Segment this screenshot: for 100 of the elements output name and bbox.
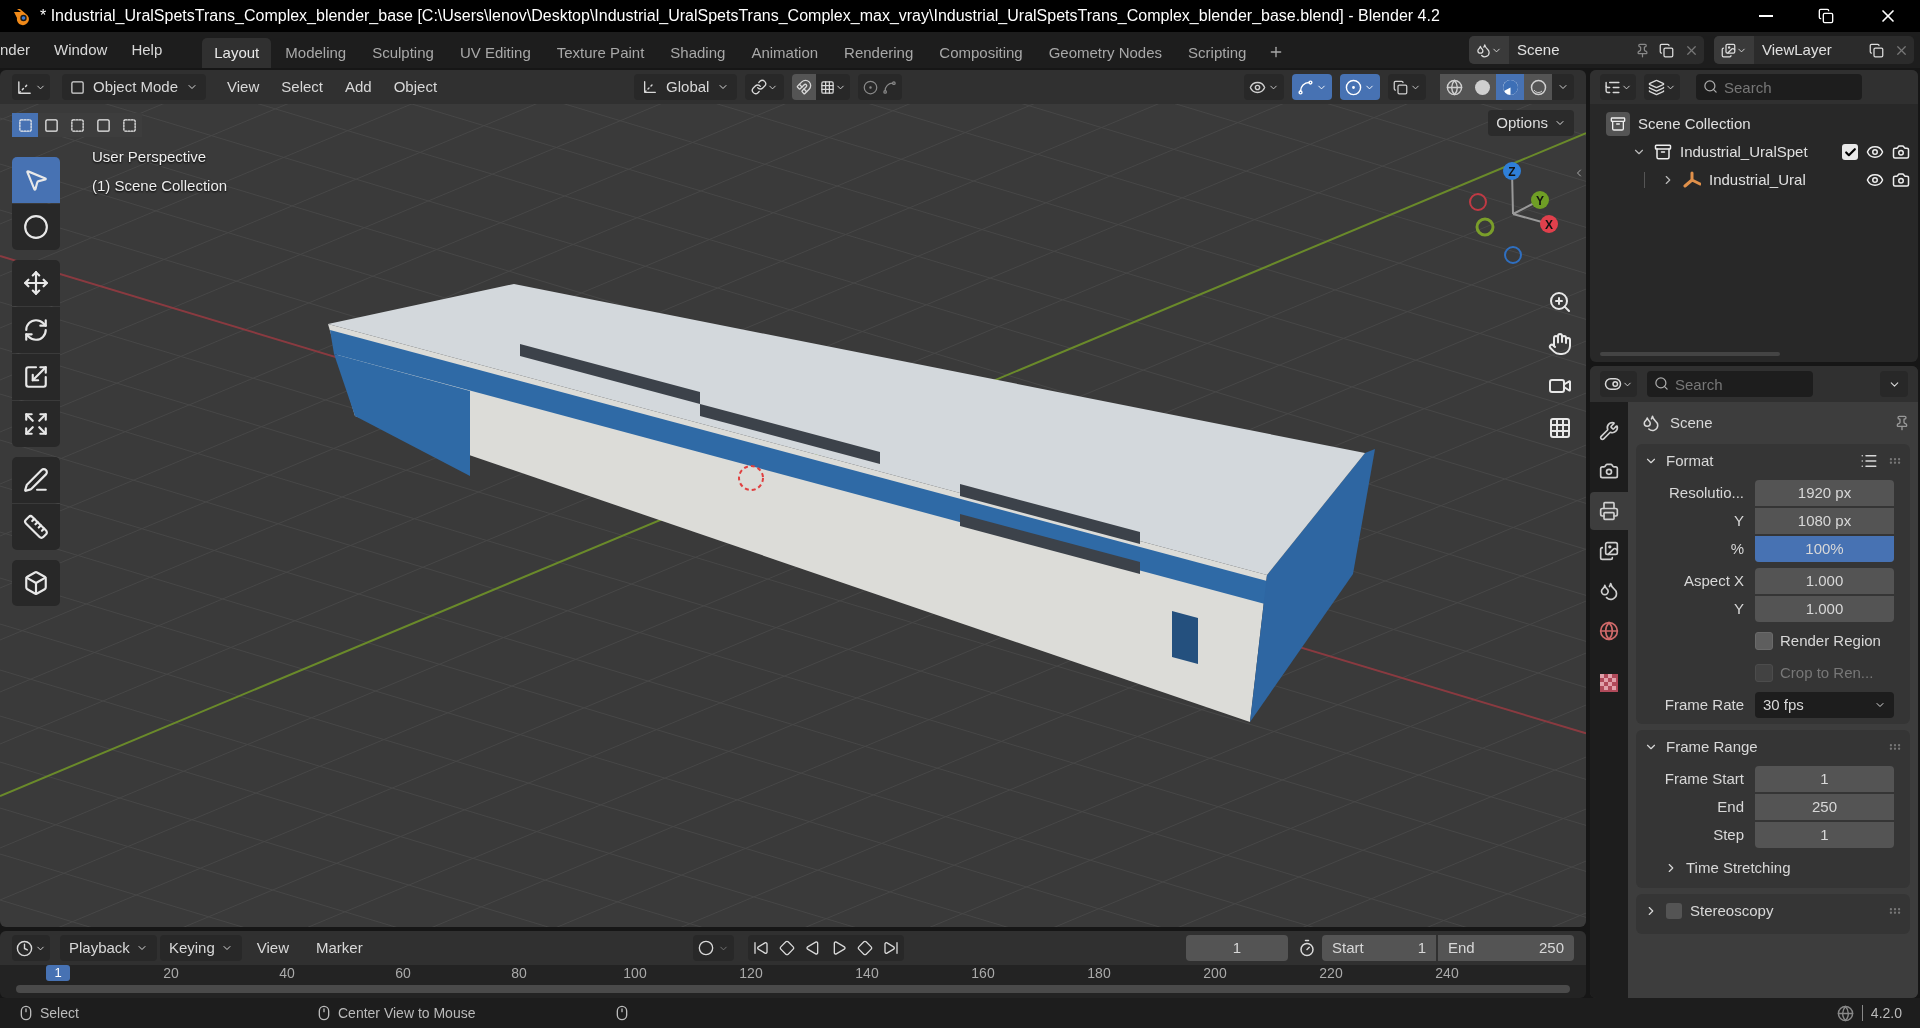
shading-button[interactable]	[1496, 74, 1524, 100]
current-frame-field[interactable]: 1	[1186, 935, 1288, 961]
select-mode-button[interactable]	[12, 113, 38, 137]
proportional-edit-button[interactable]	[858, 74, 903, 100]
timeline-scrollbar[interactable]	[16, 985, 1570, 993]
view-layer-type-button[interactable]	[1714, 36, 1754, 64]
camera-icon[interactable]	[1892, 171, 1910, 189]
shading-button[interactable]	[1440, 74, 1468, 100]
previous-keyframe-icon[interactable]	[778, 940, 795, 956]
workspace-tab[interactable]: Sculpting	[360, 38, 446, 68]
search-field[interactable]: Search	[1696, 74, 1862, 100]
workspace-tab[interactable]: Layout	[202, 38, 272, 68]
playhead[interactable]: 1	[46, 965, 70, 981]
search-field[interactable]: Search	[1647, 371, 1813, 397]
tool-button[interactable]	[12, 260, 60, 306]
editor-type-button[interactable]	[12, 935, 50, 961]
orientation-dropdown[interactable]: Global	[634, 74, 738, 100]
checkbox[interactable]	[1755, 632, 1773, 650]
menu-item[interactable]: nder	[0, 38, 43, 62]
camera-icon[interactable]	[1892, 143, 1910, 161]
jump-start-icon[interactable]	[752, 940, 769, 956]
workspace-tab[interactable]: Shading	[658, 38, 738, 68]
menu-item[interactable]: Marker	[304, 936, 375, 960]
panel-title[interactable]: Format	[1666, 449, 1714, 473]
number-field[interactable]: 1920 px	[1755, 480, 1894, 506]
shading-button[interactable]	[1524, 74, 1552, 100]
number-field[interactable]: 1080 px	[1755, 508, 1894, 534]
start-frame-field[interactable]: Start 1	[1322, 935, 1436, 961]
menu-item[interactable]: Window	[42, 38, 120, 62]
subpanel-title[interactable]: Time Stretching	[1686, 856, 1791, 880]
axis-button[interactable]: X	[1540, 215, 1558, 233]
jump-end-icon[interactable]	[882, 940, 899, 956]
workspace-tab[interactable]: Modeling	[273, 38, 359, 68]
presets-icon[interactable]	[1860, 452, 1878, 470]
menu-item[interactable]: Help	[119, 38, 175, 62]
tool-button[interactable]	[12, 504, 60, 550]
workspace-tab[interactable]: Rendering	[832, 38, 926, 68]
xray-button[interactable]	[1388, 74, 1426, 100]
exclude-checkbox[interactable]	[1842, 144, 1858, 160]
tool-button[interactable]	[12, 560, 60, 606]
tool-button[interactable]	[12, 354, 60, 400]
next-keyframe-icon[interactable]	[856, 940, 873, 956]
auto-keying-button[interactable]	[692, 935, 734, 961]
axis-button[interactable]: Z	[1503, 162, 1521, 180]
pin-icon[interactable]	[1894, 415, 1910, 431]
shading-menu-button[interactable]	[1552, 74, 1574, 100]
duplicate-icon[interactable]	[1659, 42, 1674, 58]
zoom-icon[interactable]	[1548, 290, 1572, 314]
panel-title[interactable]: Stereoscopy	[1690, 899, 1774, 923]
overlays-button[interactable]	[1340, 74, 1380, 100]
pin-icon[interactable]	[1635, 42, 1650, 58]
workspace-tab[interactable]: Geometry Nodes	[1036, 38, 1175, 68]
editor-type-button[interactable]	[12, 74, 50, 100]
snap-button[interactable]	[792, 74, 817, 100]
outliner-item[interactable]: Industrial_Ural	[1709, 168, 1806, 192]
tool-button[interactable]	[12, 204, 60, 250]
snap-target-button[interactable]	[816, 74, 851, 100]
options-dropdown[interactable]: Options	[1488, 110, 1574, 136]
grid-icon[interactable]	[1548, 416, 1572, 440]
shading-button[interactable]	[1468, 74, 1496, 100]
number-field[interactable]: 250	[1755, 794, 1894, 820]
menu-item[interactable]: Select	[270, 75, 334, 99]
stopwatch-icon[interactable]	[1298, 939, 1316, 957]
tool-button[interactable]	[12, 307, 60, 353]
number-field[interactable]: 1.000	[1755, 568, 1894, 594]
menu-item[interactable]: Object	[382, 75, 449, 99]
properties-tab[interactable]	[1590, 492, 1628, 530]
axis-button[interactable]: Y	[1531, 191, 1549, 209]
number-field[interactable]: 1	[1755, 822, 1894, 848]
editor-type-button[interactable]	[1600, 371, 1637, 397]
play-reverse-icon[interactable]	[804, 940, 821, 956]
eye-icon[interactable]	[1866, 143, 1884, 161]
outliner-item[interactable]: Scene Collection	[1638, 112, 1751, 136]
number-field[interactable]: 1	[1755, 766, 1894, 792]
menu-item[interactable]: Add	[334, 75, 383, 99]
eye-icon[interactable]	[1866, 171, 1884, 189]
number-field[interactable]: 1.000	[1755, 596, 1894, 622]
axis-button[interactable]	[1475, 217, 1495, 237]
menu-dropdown[interactable]: Keying	[159, 935, 242, 961]
workspace-tab[interactable]: Compositing	[927, 38, 1035, 68]
gizmo-button[interactable]	[1292, 74, 1332, 100]
editor-type-button[interactable]	[1600, 74, 1636, 100]
menu-dropdown[interactable]: Playback	[60, 935, 157, 961]
visibility-button[interactable]	[1244, 74, 1284, 100]
hand-icon[interactable]	[1548, 332, 1572, 356]
outliner-item[interactable]: Industrial_UralSpet	[1680, 140, 1808, 164]
frame-rate-dropdown[interactable]: 30 fps	[1755, 692, 1894, 718]
menu-item[interactable]: View	[216, 75, 271, 99]
pivot-button[interactable]	[745, 74, 785, 100]
duplicate-icon[interactable]	[1869, 42, 1884, 58]
menu-item[interactable]: View	[244, 936, 301, 960]
scene-type-button[interactable]	[1469, 36, 1509, 64]
workspace-tab[interactable]: UV Editing	[447, 38, 543, 68]
tool-button[interactable]	[12, 457, 60, 503]
tool-button[interactable]	[12, 401, 60, 447]
workspace-tab[interactable]: Scripting	[1176, 38, 1259, 68]
end-frame-field[interactable]: End 250	[1438, 935, 1574, 961]
mode-dropdown[interactable]: Object Mode	[62, 74, 207, 100]
panel-title[interactable]: Frame Range	[1666, 735, 1758, 759]
checkbox[interactable]	[1666, 903, 1682, 919]
